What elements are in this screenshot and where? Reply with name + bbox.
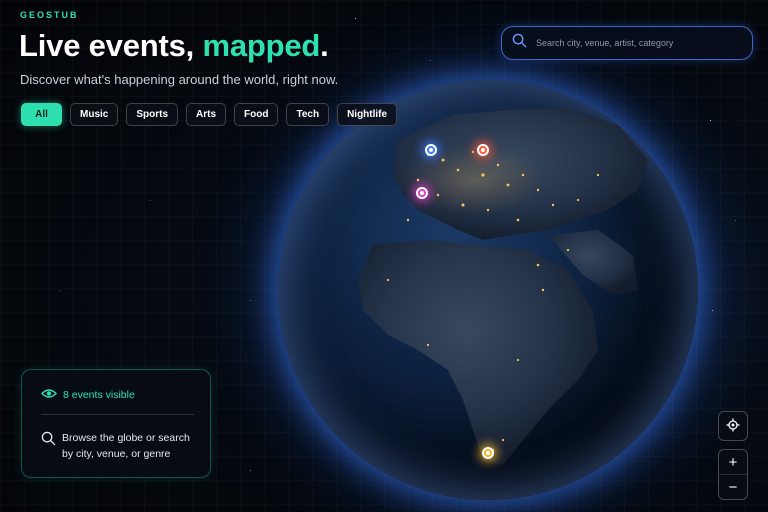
visible-count: 8 events visible — [63, 389, 135, 401]
search-bar[interactable] — [501, 26, 753, 60]
filter-chip-all[interactable]: All — [21, 103, 62, 126]
zoom-in-button[interactable]: + — [719, 450, 747, 474]
filter-chip-nightlife[interactable]: Nightlife — [337, 103, 398, 126]
filter-chip-sports[interactable]: Sports — [126, 103, 179, 126]
locate-button[interactable] — [718, 411, 748, 441]
visible-count-row: 8 events visible — [41, 388, 135, 402]
page-subtitle: Discover what's happening around the wor… — [20, 72, 339, 87]
filter-chip-music[interactable]: Music — [70, 103, 119, 126]
zoom-out-button[interactable]: − — [719, 475, 747, 499]
browse-hint: Browse the globe or search by city, venu… — [62, 432, 190, 460]
filter-chip-food[interactable]: Food — [234, 103, 279, 126]
filter-chip-arts[interactable]: Arts — [186, 103, 227, 126]
crosshair-icon — [726, 418, 740, 435]
page-title: Live events, mapped. — [19, 28, 329, 64]
search-input[interactable] — [536, 38, 736, 48]
title-main: Live events, — [19, 28, 203, 63]
category-filters: All Music Sports Arts Food Tech Nightlif… — [21, 103, 398, 126]
event-marker-red[interactable] — [477, 144, 489, 156]
filter-chip-tech[interactable]: Tech — [286, 103, 330, 126]
brand-logo[interactable]: GEOSTUB — [20, 10, 79, 20]
globe-landmass — [358, 108, 648, 465]
search-icon — [41, 431, 56, 451]
search-icon — [512, 33, 527, 53]
info-panel: 8 events visible Browse the globe or sea… — [21, 369, 211, 478]
title-end: . — [320, 28, 329, 63]
app-root: GEOSTUB Live events, mapped. Discover wh… — [0, 0, 768, 512]
event-marker-magenta[interactable] — [416, 187, 428, 199]
hint-row: Browse the globe or search by city, venu… — [41, 430, 192, 462]
eye-icon — [41, 388, 57, 402]
zoom-controls: + − — [718, 449, 748, 500]
panel-divider — [41, 414, 194, 415]
event-marker-yellow[interactable] — [482, 447, 494, 459]
event-marker-blue[interactable] — [425, 144, 437, 156]
globe-map[interactable] — [278, 80, 698, 500]
title-accent: mapped — [202, 28, 321, 63]
